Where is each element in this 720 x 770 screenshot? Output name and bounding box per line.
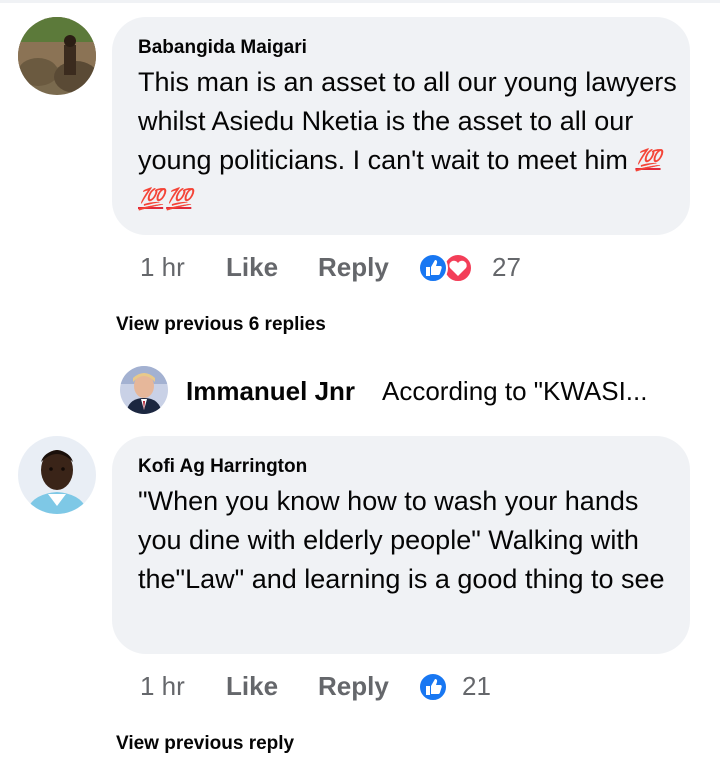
like-icon: [418, 672, 448, 702]
love-icon: [443, 253, 473, 283]
comment-actions: 1 hr Like Reply 27: [140, 252, 700, 286]
comment-text-body: This man is an asset to all our young la…: [138, 67, 677, 175]
reply-snippet: According to "KWASI...: [382, 376, 648, 406]
like-button[interactable]: Like: [226, 671, 278, 702]
comment-text: "When you know how to wash your hands yo…: [138, 486, 665, 594]
reply-preview[interactable]: Immanuel Jnr According to "KWASI...: [120, 366, 700, 416]
reaction-count[interactable]: 27: [492, 252, 521, 283]
like-icon: [418, 253, 448, 283]
comment-timestamp: 1 hr: [140, 671, 185, 701]
comment-text: This man is an asset to all our young la…: [138, 63, 678, 219]
comment-bubble: Babangida Maigari This man is an asset t…: [112, 17, 690, 235]
view-previous-replies-link[interactable]: View previous 6 replies: [116, 314, 326, 336]
comment-timestamp: 1 hr: [140, 252, 185, 282]
avatar-babangida[interactable]: [18, 17, 96, 95]
comment-bubble: Kofi Ag Harrington "When you know how to…: [112, 436, 690, 654]
reply-author[interactable]: Immanuel Jnr: [186, 376, 355, 407]
view-previous-reply-link[interactable]: View previous reply: [116, 733, 294, 755]
reply-button[interactable]: Reply: [318, 671, 389, 702]
reaction-count[interactable]: 21: [462, 671, 491, 702]
comment-author[interactable]: Babangida Maigari: [138, 37, 307, 59]
comment-actions: 1 hr Like Reply 21: [140, 671, 700, 705]
reactions-summary[interactable]: [416, 252, 480, 284]
like-button[interactable]: Like: [226, 252, 278, 283]
avatar-immanuel[interactable]: [120, 366, 168, 414]
top-divider: [0, 0, 720, 3]
reply-button[interactable]: Reply: [318, 252, 389, 283]
comment-author[interactable]: Kofi Ag Harrington: [138, 456, 307, 478]
reactions-summary[interactable]: [416, 671, 450, 703]
avatar-kofi[interactable]: [18, 436, 96, 514]
